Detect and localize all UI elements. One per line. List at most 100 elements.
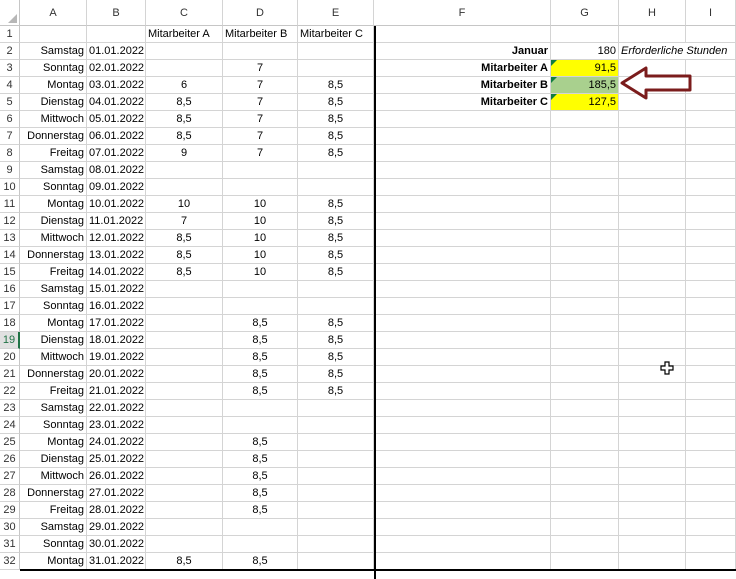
row-header-3[interactable]: 3 — [0, 60, 20, 77]
row-header-28[interactable]: 28 — [0, 485, 20, 502]
cell-a7[interactable]: Donnerstag — [20, 128, 87, 145]
cell-c26[interactable] — [146, 451, 223, 468]
row-header-13[interactable]: 13 — [0, 230, 20, 247]
cell-b22[interactable]: 21.01.2022 — [87, 383, 146, 400]
cell-g19[interactable] — [551, 332, 619, 349]
cell-f15[interactable] — [374, 264, 551, 281]
cell-d18[interactable]: 8,5 — [223, 315, 298, 332]
cell-e10[interactable] — [298, 179, 374, 196]
cell-e30[interactable] — [298, 519, 374, 536]
cell-f9[interactable] — [374, 162, 551, 179]
cell-h21[interactable] — [619, 366, 686, 383]
cell-b11[interactable]: 10.01.2022 — [87, 196, 146, 213]
cell-d14[interactable]: 10 — [223, 247, 298, 264]
cell-f13[interactable] — [374, 230, 551, 247]
cell-a8[interactable]: Freitag — [20, 145, 87, 162]
cell-e16[interactable] — [298, 281, 374, 298]
cell-h15[interactable] — [619, 264, 686, 281]
column-header-h[interactable]: H — [619, 0, 686, 26]
cell-e14[interactable]: 8,5 — [298, 247, 374, 264]
cell-c28[interactable] — [146, 485, 223, 502]
row-header-15[interactable]: 15 — [0, 264, 20, 281]
cell-g12[interactable] — [551, 213, 619, 230]
row-header-7[interactable]: 7 — [0, 128, 20, 145]
cell-b17[interactable]: 16.01.2022 — [87, 298, 146, 315]
cell-h25[interactable] — [619, 434, 686, 451]
cell-b8[interactable]: 07.01.2022 — [87, 145, 146, 162]
row-header-2[interactable]: 2 — [0, 43, 20, 60]
cell-c2[interactable] — [146, 43, 223, 60]
cell-g23[interactable] — [551, 400, 619, 417]
cell-g2[interactable]: 180 — [551, 43, 619, 60]
cell-e21[interactable]: 8,5 — [298, 366, 374, 383]
cell-c5[interactable]: 8,5 — [146, 94, 223, 111]
row-header-9[interactable]: 9 — [0, 162, 20, 179]
cell-e23[interactable] — [298, 400, 374, 417]
cell-f14[interactable] — [374, 247, 551, 264]
cell-f27[interactable] — [374, 468, 551, 485]
cell-i25[interactable] — [686, 434, 736, 451]
cell-i21[interactable] — [686, 366, 736, 383]
row-header-14[interactable]: 14 — [0, 247, 20, 264]
cell-b13[interactable]: 12.01.2022 — [87, 230, 146, 247]
column-header-d[interactable]: D — [223, 0, 298, 26]
cell-c9[interactable] — [146, 162, 223, 179]
cell-i27[interactable] — [686, 468, 736, 485]
cell-a12[interactable]: Dienstag — [20, 213, 87, 230]
cell-b6[interactable]: 05.01.2022 — [87, 111, 146, 128]
cell-a28[interactable]: Donnerstag — [20, 485, 87, 502]
cell-h31[interactable] — [619, 536, 686, 553]
cell-f3[interactable]: Mitarbeiter A — [374, 60, 551, 77]
cell-h11[interactable] — [619, 196, 686, 213]
cell-e15[interactable]: 8,5 — [298, 264, 374, 281]
cell-f28[interactable] — [374, 485, 551, 502]
row-header-11[interactable]: 11 — [0, 196, 20, 213]
cell-h8[interactable] — [619, 145, 686, 162]
cell-b30[interactable]: 29.01.2022 — [87, 519, 146, 536]
row-header-22[interactable]: 22 — [0, 383, 20, 400]
cell-g14[interactable] — [551, 247, 619, 264]
row-header-18[interactable]: 18 — [0, 315, 20, 332]
cell-i20[interactable] — [686, 349, 736, 366]
row-header-20[interactable]: 20 — [0, 349, 20, 366]
cell-f25[interactable] — [374, 434, 551, 451]
cell-e29[interactable] — [298, 502, 374, 519]
row-header-21[interactable]: 21 — [0, 366, 20, 383]
cell-d22[interactable]: 8,5 — [223, 383, 298, 400]
cell-d12[interactable]: 10 — [223, 213, 298, 230]
row-header-19[interactable]: 19 — [0, 332, 20, 349]
cell-d20[interactable]: 8,5 — [223, 349, 298, 366]
cell-i15[interactable] — [686, 264, 736, 281]
cell-e20[interactable]: 8,5 — [298, 349, 374, 366]
cell-c4[interactable]: 6 — [146, 77, 223, 94]
cell-g10[interactable] — [551, 179, 619, 196]
cell-g30[interactable] — [551, 519, 619, 536]
cell-b25[interactable]: 24.01.2022 — [87, 434, 146, 451]
cell-c30[interactable] — [146, 519, 223, 536]
cell-h7[interactable] — [619, 128, 686, 145]
cell-c22[interactable] — [146, 383, 223, 400]
cell-f4[interactable]: Mitarbeiter B — [374, 77, 551, 94]
cell-h13[interactable] — [619, 230, 686, 247]
cell-e1[interactable]: Mitarbeiter C — [298, 26, 374, 43]
cell-a15[interactable]: Freitag — [20, 264, 87, 281]
row-header-23[interactable]: 23 — [0, 400, 20, 417]
cell-a30[interactable]: Samstag — [20, 519, 87, 536]
cell-a10[interactable]: Sonntag — [20, 179, 87, 196]
cell-i12[interactable] — [686, 213, 736, 230]
cell-d4[interactable]: 7 — [223, 77, 298, 94]
cell-g25[interactable] — [551, 434, 619, 451]
cell-e27[interactable] — [298, 468, 374, 485]
cell-a2[interactable]: Samstag — [20, 43, 87, 60]
cell-i32[interactable] — [686, 553, 736, 570]
cell-g17[interactable] — [551, 298, 619, 315]
cell-i31[interactable] — [686, 536, 736, 553]
cell-h24[interactable] — [619, 417, 686, 434]
cell-e12[interactable]: 8,5 — [298, 213, 374, 230]
cell-g26[interactable] — [551, 451, 619, 468]
cell-b16[interactable]: 15.01.2022 — [87, 281, 146, 298]
cell-b24[interactable]: 23.01.2022 — [87, 417, 146, 434]
cell-a5[interactable]: Dienstag — [20, 94, 87, 111]
cell-g9[interactable] — [551, 162, 619, 179]
cell-a32[interactable]: Montag — [20, 553, 87, 570]
